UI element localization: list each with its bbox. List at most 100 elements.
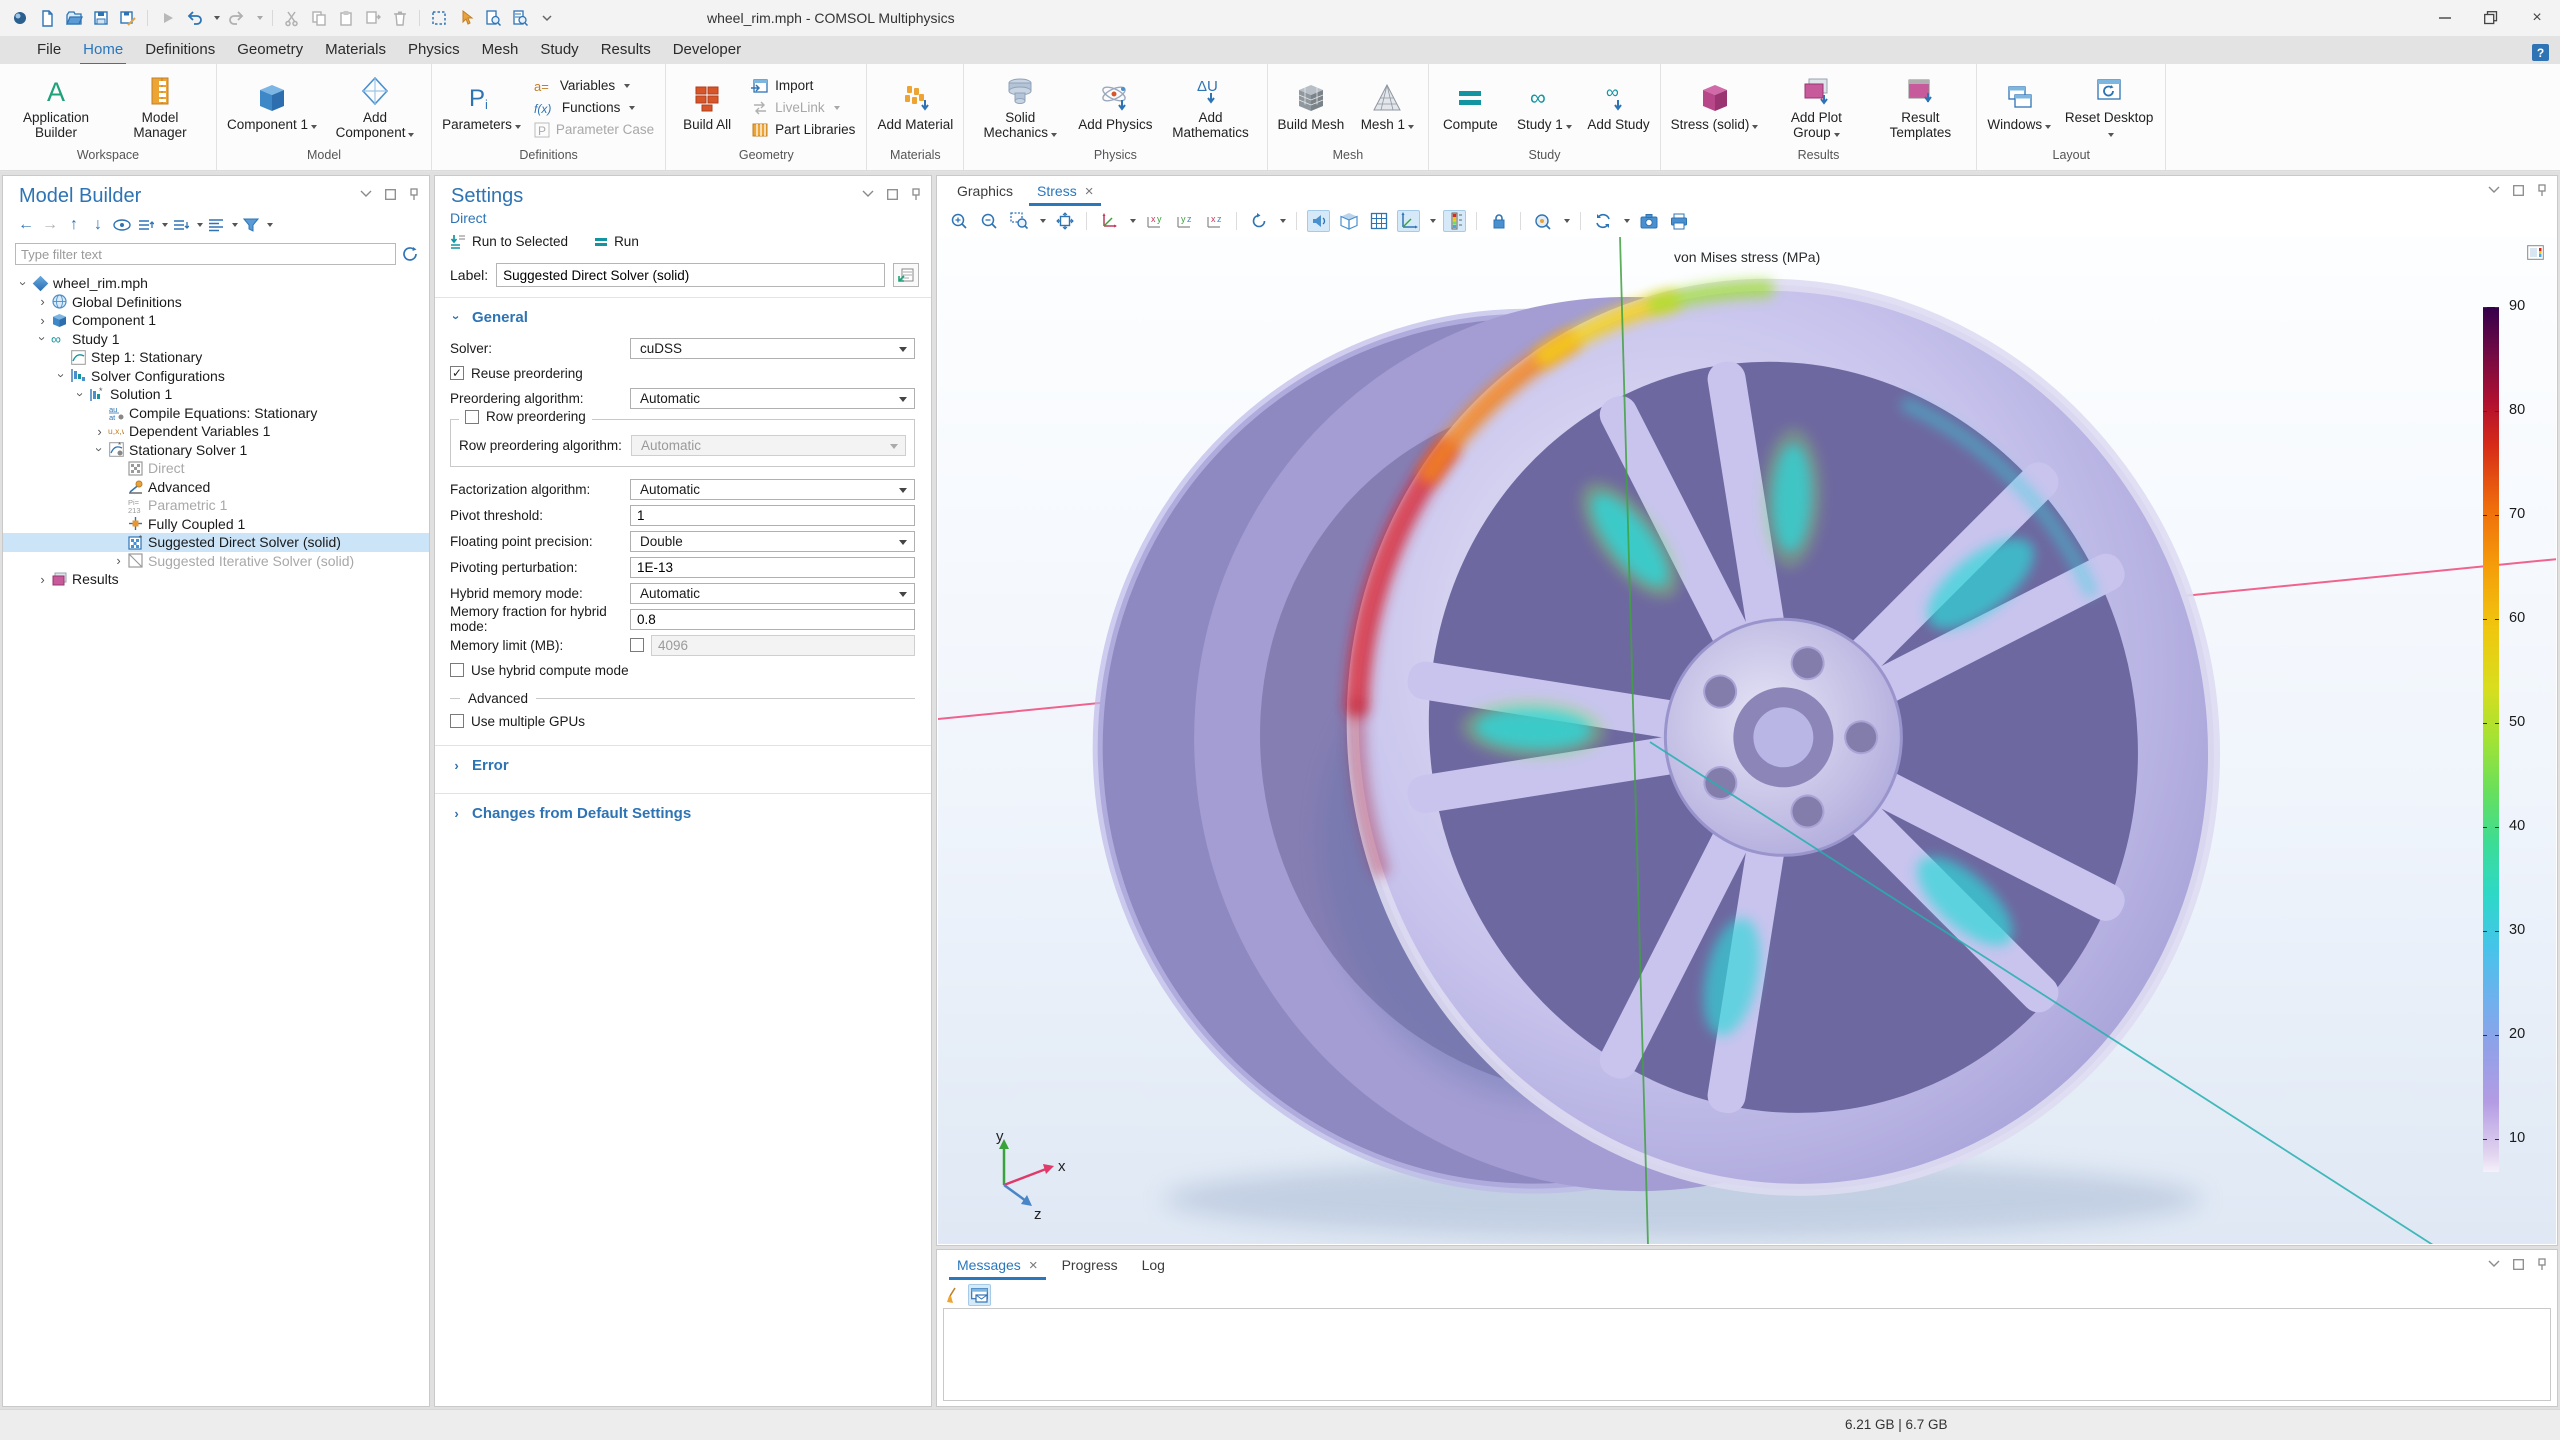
tree-item-suggested-iterative-solver[interactable]: › Suggested Iterative Solver (solid) xyxy=(3,552,429,571)
import-button[interactable]: Import xyxy=(751,78,855,94)
copy-button[interactable] xyxy=(309,8,329,28)
redo-dropdown-icon[interactable] xyxy=(257,16,263,20)
floating-point-precision-select[interactable]: Double xyxy=(630,531,915,552)
add-component-button[interactable]: Add Component xyxy=(324,75,426,140)
tree-item-root[interactable]: › wheel_rim.mph xyxy=(3,274,429,293)
default-view-icon[interactable] xyxy=(1097,210,1120,232)
chevron-down-icon[interactable] xyxy=(232,223,238,227)
section-changes[interactable]: › Changes from Default Settings xyxy=(435,794,931,829)
scene-light-icon[interactable] xyxy=(1307,210,1330,232)
zoom-out-icon[interactable] xyxy=(977,210,1000,232)
tree-item-solution-1[interactable]: › * Solution 1 xyxy=(3,385,429,404)
expander-icon[interactable]: › xyxy=(112,554,125,567)
tree-item-stationary-solver[interactable]: › * Stationary Solver 1 xyxy=(3,441,429,460)
tree-item-direct[interactable]: Direct xyxy=(3,459,429,478)
save-button[interactable] xyxy=(91,8,111,28)
tree-item-dependent-variables[interactable]: › u,x,w Dependent Variables 1 xyxy=(3,422,429,441)
parameters-button[interactable]: Pi Parameters xyxy=(437,82,526,132)
use-multiple-gpus-checkbox[interactable]: Use multiple GPUs xyxy=(450,709,915,733)
chevron-down-icon[interactable] xyxy=(1624,219,1630,223)
tree-item-global-definitions[interactable]: › Global Definitions xyxy=(3,293,429,312)
zoom-selected-button[interactable] xyxy=(483,8,503,28)
print-icon[interactable] xyxy=(1667,210,1690,232)
panel-maximize-icon[interactable] xyxy=(2513,185,2524,196)
panel-menu-icon[interactable] xyxy=(2488,186,2500,194)
chevron-down-icon[interactable] xyxy=(1130,219,1136,223)
plot-window-icon[interactable] xyxy=(2527,245,2544,260)
select-box-button[interactable] xyxy=(429,8,449,28)
model-tree-node-text-button[interactable] xyxy=(205,215,227,235)
clear-messages-icon[interactable] xyxy=(945,1287,961,1304)
close-tab-icon[interactable]: × xyxy=(1029,1257,1038,1274)
paste-button[interactable] xyxy=(336,8,356,28)
add-material-button[interactable]: Add Material xyxy=(872,82,958,132)
restore-button[interactable] xyxy=(2468,0,2514,36)
tab-graphics[interactable]: Graphics xyxy=(947,176,1023,206)
tree-item-advanced[interactable]: Advanced xyxy=(3,478,429,497)
compute-button[interactable]: Compute xyxy=(1434,82,1506,132)
messages-output[interactable] xyxy=(943,1308,2551,1401)
expander-icon[interactable]: › xyxy=(36,332,49,345)
tree-item-fully-coupled[interactable]: Fully Coupled 1 xyxy=(3,515,429,534)
create-shortcut-button[interactable] xyxy=(893,263,919,287)
build-mesh-button[interactable]: Build Mesh xyxy=(1273,82,1350,132)
color-legend-icon[interactable] xyxy=(1443,210,1466,232)
section-general[interactable]: › General xyxy=(435,298,931,333)
application-builder-button[interactable]: A Application Builder xyxy=(5,75,107,140)
memory-fraction-input[interactable] xyxy=(630,609,915,630)
tree-item-solver-configurations[interactable]: › Solver Configurations xyxy=(3,367,429,386)
help-button[interactable]: ? xyxy=(2532,44,2549,61)
memory-limit-checkbox[interactable] xyxy=(630,638,644,652)
open-file-button[interactable] xyxy=(64,8,84,28)
tab-progress[interactable]: Progress xyxy=(1052,1250,1128,1280)
expander-icon[interactable]: › xyxy=(36,314,49,327)
show-messages-icon[interactable] xyxy=(968,1284,991,1306)
chevron-down-icon[interactable] xyxy=(162,223,168,227)
transparency-icon[interactable] xyxy=(1337,210,1360,232)
collapse-all-button[interactable] xyxy=(135,215,157,235)
chevron-down-icon[interactable] xyxy=(1280,219,1286,223)
tree-item-compile-equations[interactable]: auat Compile Equations: Stationary xyxy=(3,404,429,423)
save-as-button[interactable] xyxy=(118,8,138,28)
functions-button[interactable]: f(x) Functions xyxy=(534,100,654,116)
redo-button[interactable] xyxy=(227,8,247,28)
panel-menu-icon[interactable] xyxy=(862,190,874,198)
duplicate-button[interactable] xyxy=(363,8,383,28)
menu-geometry[interactable]: Geometry xyxy=(226,37,314,64)
rotate-view-icon[interactable] xyxy=(1247,210,1270,232)
panel-pin-icon[interactable] xyxy=(2537,184,2547,196)
zoom-box-icon[interactable] xyxy=(1007,210,1030,232)
preordering-algorithm-select[interactable]: Automatic xyxy=(630,388,915,409)
move-down-button[interactable]: ↓ xyxy=(87,215,109,235)
tree-item-study-1[interactable]: › ∞ Study 1 xyxy=(3,330,429,349)
panel-menu-icon[interactable] xyxy=(2488,1260,2500,1268)
expander-icon[interactable]: › xyxy=(74,388,87,401)
customize-toolbar-icon[interactable] xyxy=(537,8,557,28)
solid-mechanics-button[interactable]: Solid Mechanics xyxy=(969,75,1071,140)
chevron-down-icon[interactable] xyxy=(1040,219,1046,223)
part-libraries-button[interactable]: Part Libraries xyxy=(751,122,855,138)
expander-icon[interactable]: › xyxy=(93,443,106,456)
chevron-down-icon[interactable] xyxy=(267,223,273,227)
panel-pin-icon[interactable] xyxy=(2537,1258,2547,1270)
tree-item-parametric[interactable]: Pi=213 Parametric 1 xyxy=(3,496,429,515)
add-mathematics-button[interactable]: ΔU Add Mathematics xyxy=(1160,75,1262,140)
windows-button[interactable]: Windows xyxy=(1982,82,2056,132)
select-pointer-button[interactable] xyxy=(456,8,476,28)
add-study-button[interactable]: ∞ Add Study xyxy=(1582,82,1654,132)
menu-results[interactable]: Results xyxy=(590,37,662,64)
tree-item-component-1[interactable]: › Component 1 xyxy=(3,311,429,330)
cut-button[interactable] xyxy=(282,8,302,28)
chevron-down-icon[interactable] xyxy=(1430,219,1436,223)
panel-pin-icon[interactable] xyxy=(409,188,419,200)
view-xy-icon[interactable]: xy xyxy=(1143,210,1166,232)
variables-button[interactable]: a= Variables xyxy=(534,78,654,94)
stress-solid-button[interactable]: Stress (solid) xyxy=(1666,82,1764,132)
chevron-down-icon[interactable] xyxy=(1564,219,1570,223)
expand-all-button[interactable] xyxy=(170,215,192,235)
expander-icon[interactable]: › xyxy=(17,277,30,290)
back-button[interactable]: ← xyxy=(15,215,37,235)
result-templates-button[interactable]: Result Templates xyxy=(1869,75,1971,140)
zoom-in-icon[interactable] xyxy=(947,210,970,232)
animate-icon[interactable] xyxy=(1591,210,1614,232)
